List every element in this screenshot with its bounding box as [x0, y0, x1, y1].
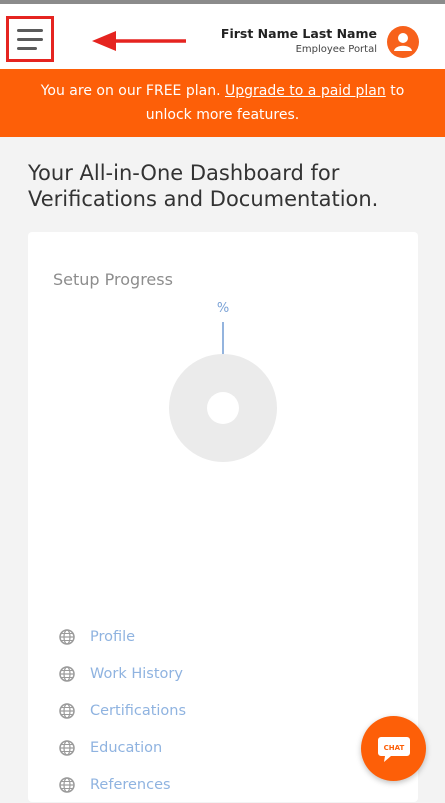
banner-text-before: You are on our FREE plan. — [40, 83, 225, 99]
checklist-item-profile[interactable]: Profile — [58, 618, 378, 655]
page-title: Your All-in-One Dashboard for Verificati… — [28, 161, 379, 211]
hamburger-menu-button[interactable] — [6, 16, 54, 62]
user-role: Employee Portal — [295, 44, 377, 55]
donut-hole — [207, 392, 239, 424]
setup-checklist: Profile Work History Certifications Educ… — [58, 618, 378, 803]
checklist-item-work-history[interactable]: Work History — [58, 655, 378, 692]
checklist-item-label: Education — [90, 739, 163, 756]
checklist-item-label: References — [90, 776, 171, 793]
chat-button[interactable]: CHAT — [361, 716, 426, 781]
setup-progress-title: Setup Progress — [53, 270, 173, 289]
checklist-item-education[interactable]: Education — [58, 729, 378, 766]
checklist-item-certifications[interactable]: Certifications — [58, 692, 378, 729]
checklist-item-label: Certifications — [90, 702, 187, 719]
app-header: First Name Last Name Employee Portal — [0, 4, 445, 69]
free-plan-banner: You are on our FREE plan. Upgrade to a p… — [0, 69, 445, 137]
chat-label: CHAT — [383, 744, 404, 752]
user-name: First Name Last Name — [220, 26, 377, 41]
globe-icon — [59, 702, 75, 719]
hamburger-line — [17, 28, 43, 32]
user-avatar-icon — [394, 33, 412, 51]
hamburger-line — [17, 37, 43, 41]
user-avatar-button[interactable] — [387, 26, 419, 58]
upgrade-plan-link[interactable]: Upgrade to a paid plan — [225, 83, 386, 99]
globe-icon — [59, 628, 75, 645]
checklist-item-label: Work History — [90, 665, 183, 682]
hamburger-line — [17, 46, 37, 50]
globe-icon — [59, 665, 75, 682]
checklist-item-label: Profile — [90, 628, 136, 645]
setup-progress-card: Setup Progress % Profile Work History Ce… — [28, 232, 418, 802]
setup-progress-donut: % — [169, 301, 277, 462]
progress-percent-label: % — [217, 301, 229, 316]
globe-icon — [59, 776, 75, 793]
chat-bubble-icon: CHAT — [377, 736, 410, 762]
annotation-arrow — [92, 31, 186, 51]
globe-icon — [59, 739, 75, 756]
checklist-item-references[interactable]: References — [58, 766, 378, 803]
